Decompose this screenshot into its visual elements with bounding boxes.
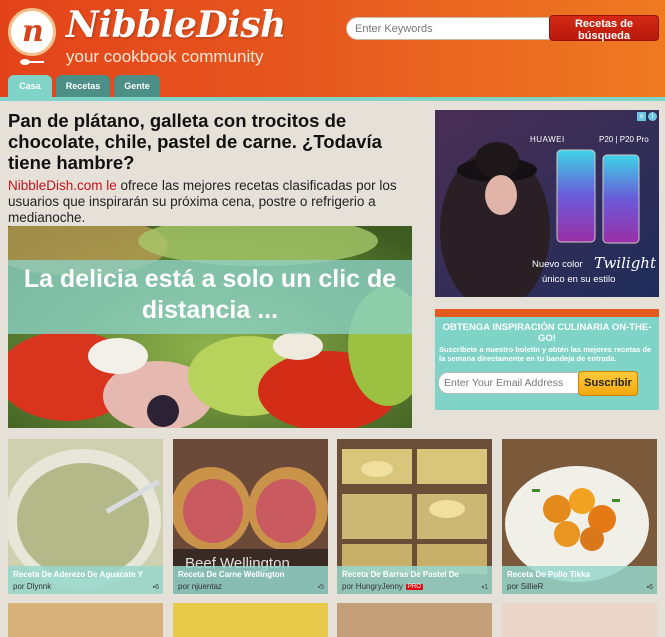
recipe-card[interactable]: Receta De Pollo Tikka por SillieR ▪6 [502, 439, 657, 594]
recipe-card[interactable]: Receta De Aderezo De Aguacate Y por Dlyn… [8, 439, 163, 594]
hero-title: Pan de plátano, galleta con trocitos de … [8, 110, 382, 173]
logo-badge[interactable]: n [8, 8, 56, 56]
tab-people[interactable]: Gente [114, 75, 160, 97]
recipe-card-partial[interactable] [337, 603, 492, 637]
advertisement[interactable]: HUAWEI P20 | P20 Pro Nuevo color Twiligh… [435, 110, 659, 297]
ad-twilight: Twilight [594, 254, 656, 272]
ad-close-icon[interactable]: x [637, 112, 646, 121]
ad-text-line2: único en su estilo [542, 274, 616, 285]
ad-brand: HUAWEI [530, 135, 565, 144]
spoon-icon [20, 59, 44, 65]
newsletter-title: OBTENGA INSPIRACIÓN CULINARIA ON-THE-GO! [442, 322, 652, 344]
recipe-card-partial[interactable] [502, 603, 657, 637]
recipe-card-partial[interactable] [173, 603, 328, 637]
card-comment-count: ▪5 [317, 584, 324, 591]
brand-tagline: your cookbook community [66, 47, 264, 66]
pro-badge: PRO [405, 583, 423, 590]
card-title[interactable]: Receta De Barras De Pastel De [342, 570, 490, 579]
card-comment-count: ▪6 [646, 584, 653, 591]
card-author[interactable]: por Dlynnk [13, 582, 51, 591]
site-link[interactable]: NibbleDish.com le [8, 178, 117, 193]
search-input[interactable]: Enter Keywords [346, 17, 552, 40]
newsletter-box: OBTENGA INSPIRACIÓN CULINARIA ON-THE-GO!… [435, 309, 659, 410]
card-author[interactable]: por HungryJenny PRO [342, 582, 423, 591]
card-author[interactable]: por SillieR [507, 582, 543, 591]
card-title[interactable]: Receta De Aderezo De Aguacate Y [13, 570, 161, 579]
ad-model: P20 | P20 Pro [599, 135, 649, 144]
recipe-card[interactable]: Receta De Barras De Pastel De por Hungry… [337, 439, 492, 594]
tab-recipes[interactable]: Recetas [56, 75, 110, 97]
recipe-card[interactable]: Beef Wellington Receta De Carne Wellingt… [173, 439, 328, 594]
email-field[interactable]: Enter Your Email Address [438, 372, 581, 394]
site-header: n NibbleDish your cookbook community Ent… [0, 0, 665, 98]
logo-letter: n [22, 14, 44, 49]
hero-food-image[interactable]: La delicia está a solo un clic de distan… [8, 226, 412, 428]
card-title[interactable]: Receta De Carne Wellington [178, 570, 326, 579]
ad-info-icon[interactable]: i [648, 112, 657, 121]
newsletter-subtitle: Suscríbete a nuestro boletín y obtén las… [439, 345, 652, 363]
card-comment-count: ▪1 [481, 584, 488, 591]
hero-description: NibbleDish.com le ofrece las mejores rec… [8, 178, 408, 226]
brand-name[interactable]: NibbleDish [66, 4, 286, 46]
card-comment-count: ▪6 [152, 584, 159, 591]
card-author[interactable]: por njuentaz [178, 582, 222, 591]
subscribe-button[interactable]: Suscribir [578, 371, 638, 396]
tab-underline [0, 97, 665, 101]
recipe-card-partial[interactable] [8, 603, 163, 637]
hero-tagline: La delicia está a solo un clic de distan… [23, 265, 397, 324]
search-recipes-button[interactable]: Recetas de búsqueda [549, 15, 659, 42]
ad-text-line1: Nuevo color [532, 259, 583, 270]
card-title[interactable]: Receta De Pollo Tikka [507, 570, 655, 579]
tab-home[interactable]: Casa [8, 75, 52, 97]
